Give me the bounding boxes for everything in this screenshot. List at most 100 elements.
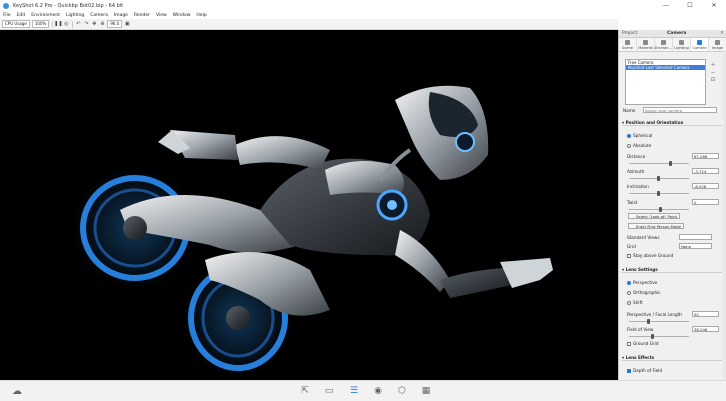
position-section-header[interactable]: ▾ Position and Orientation	[622, 120, 722, 126]
menu-image[interactable]: Image	[111, 13, 131, 18]
move-icon[interactable]: ✥	[91, 21, 97, 27]
zoom-field[interactable]: 96.0	[107, 20, 123, 28]
menu-render[interactable]: Render	[131, 13, 153, 18]
focal-length-label: Perspective / Focal Length	[627, 312, 682, 317]
remove-camera-icon[interactable]: －	[710, 69, 716, 76]
project-label[interactable]: Project	[622, 31, 637, 36]
lock-icon[interactable]: ⊡	[710, 77, 716, 83]
panel-close-icon[interactable]: ✕	[720, 31, 724, 36]
cloud-icon[interactable]: ☁	[10, 385, 24, 397]
perspective-label: Perspective	[633, 280, 658, 285]
radio-icon	[627, 144, 631, 148]
menu-view[interactable]: View	[153, 13, 170, 18]
spherical-option[interactable]: Spherical	[627, 133, 652, 138]
tab-image-label: Image	[711, 45, 724, 50]
select-lookat-button[interactable]: Select "Look at" Point	[628, 213, 680, 219]
undo-icon[interactable]: ↶	[75, 21, 81, 27]
menu-help[interactable]: Help	[193, 13, 209, 18]
orthographic-label: Orthographic	[633, 290, 661, 295]
panel-title: Camera	[667, 31, 687, 36]
fov-label: Field of View	[627, 327, 654, 332]
animation-icon[interactable]: ◉	[371, 385, 385, 397]
minimize-button[interactable]: —	[654, 0, 678, 11]
distance-field[interactable]: 67.266	[692, 153, 719, 159]
close-button[interactable]: ✕	[702, 0, 726, 11]
tab-camera-label: Camera	[692, 45, 707, 50]
inclination-field[interactable]: -8.028	[692, 183, 719, 189]
menu-camera[interactable]: Camera	[87, 13, 111, 18]
tab-camera[interactable]: Camera	[691, 38, 709, 51]
grid-select[interactable]: None	[679, 243, 712, 249]
tab-material-label: Material	[638, 45, 653, 50]
fov-slider[interactable]	[629, 334, 689, 339]
shift-option[interactable]: Shift	[627, 300, 643, 305]
screenshot-icon[interactable]: ▣	[124, 21, 130, 27]
project-icon[interactable]: ☰	[347, 385, 361, 397]
slider-thumb[interactable]	[669, 161, 672, 166]
render-viewport[interactable]	[0, 30, 618, 380]
add-camera-icon[interactable]: ＋	[710, 61, 716, 68]
keyshotvr-icon[interactable]: ⬡	[395, 385, 409, 397]
import-icon[interactable]: ⇱	[298, 385, 312, 397]
slider-thumb[interactable]	[647, 319, 650, 324]
image-icon	[715, 39, 720, 45]
slider-thumb[interactable]	[657, 176, 660, 181]
orthographic-option[interactable]: Orthographic	[627, 290, 661, 295]
toolbar: CPU Usage 100% ❚❚ ◎ ↶ ↷ ✥ ⊕ 96.0 ▣	[0, 19, 618, 30]
render-icon[interactable]: ▦	[419, 385, 433, 397]
ground-grid-label: Ground Grid	[633, 341, 659, 346]
menu-lighting[interactable]: Lighting	[63, 13, 87, 18]
cpu-usage-select[interactable]: 100%	[31, 20, 50, 28]
scene-icon	[625, 39, 630, 45]
menu-window[interactable]: Window	[170, 13, 194, 18]
slider-thumb[interactable]	[657, 191, 660, 196]
tab-lighting-label: Lighting	[674, 45, 689, 50]
focal-length-slider[interactable]	[629, 319, 689, 324]
zoom-icon[interactable]: ⊕	[99, 21, 105, 27]
library-icon[interactable]: ▭	[322, 385, 336, 397]
azimuth-slider[interactable]	[629, 176, 689, 181]
camera-name-input[interactable]: Adjust your camera	[643, 107, 717, 113]
menu-environment[interactable]: Environment	[28, 13, 63, 18]
material-icon	[643, 39, 648, 45]
tab-environment[interactable]: Environ...	[655, 38, 673, 51]
slider-thumb[interactable]	[659, 207, 662, 212]
camera-icon	[697, 39, 702, 45]
ground-grid-option[interactable]: Ground Grid	[627, 341, 659, 346]
standard-views-select[interactable]	[679, 234, 712, 240]
distance-slider[interactable]	[629, 161, 689, 166]
menu-file[interactable]: File	[0, 13, 14, 18]
maximize-button[interactable]: ☐	[678, 0, 702, 11]
inclination-slider[interactable]	[629, 191, 689, 196]
depth-of-field-option[interactable]: Depth of Field	[627, 368, 662, 373]
azimuth-field[interactable]: -3.724	[692, 168, 719, 174]
checkbox-icon	[627, 369, 631, 373]
stay-above-ground-option[interactable]: Stay above Ground	[627, 253, 673, 258]
tab-material[interactable]: Material	[637, 38, 655, 51]
lens-effects-section-title: Lens Effects	[625, 355, 655, 360]
menu-edit[interactable]: Edit	[14, 13, 29, 18]
perspective-option[interactable]: Perspective	[627, 280, 657, 285]
slider-thumb[interactable]	[651, 334, 654, 339]
focal-length-field[interactable]: 50	[692, 311, 719, 317]
window-title: KeyShot 6.2 Pro - Quickbp Bot02.bip - 64…	[13, 2, 124, 9]
lens-effects-section-header[interactable]: ▾ Lens Effects	[622, 355, 722, 361]
redo-icon[interactable]: ↷	[83, 21, 89, 27]
list-item[interactable]: KeyShot Last Selected Camera	[626, 65, 705, 70]
twist-slider[interactable]	[629, 207, 689, 212]
tab-scene[interactable]: Scene	[619, 38, 637, 51]
twist-label: Twist	[627, 200, 638, 205]
camera-list[interactable]: Free Camera KeyShot Last Selected Camera	[625, 59, 706, 105]
pause-icon[interactable]: ❚❚	[54, 21, 62, 27]
absolute-option[interactable]: Absolute	[627, 143, 651, 148]
first-person-button[interactable]: Enter First Person Mode	[628, 223, 684, 229]
lens-section-header[interactable]: ▾ Lens Settings	[622, 267, 722, 273]
distance-label: Distance	[627, 154, 646, 159]
panel-header: Project Camera ✕	[619, 30, 726, 38]
performance-mode-icon[interactable]: ◎	[63, 21, 69, 27]
radio-icon	[627, 134, 631, 138]
tab-lighting[interactable]: Lighting	[673, 38, 691, 51]
fov-field[interactable]: 36.246	[692, 326, 719, 332]
panel-tabs: Scene Material Environ... Lighting Camer…	[619, 38, 726, 52]
twist-field[interactable]: 0	[692, 199, 719, 205]
